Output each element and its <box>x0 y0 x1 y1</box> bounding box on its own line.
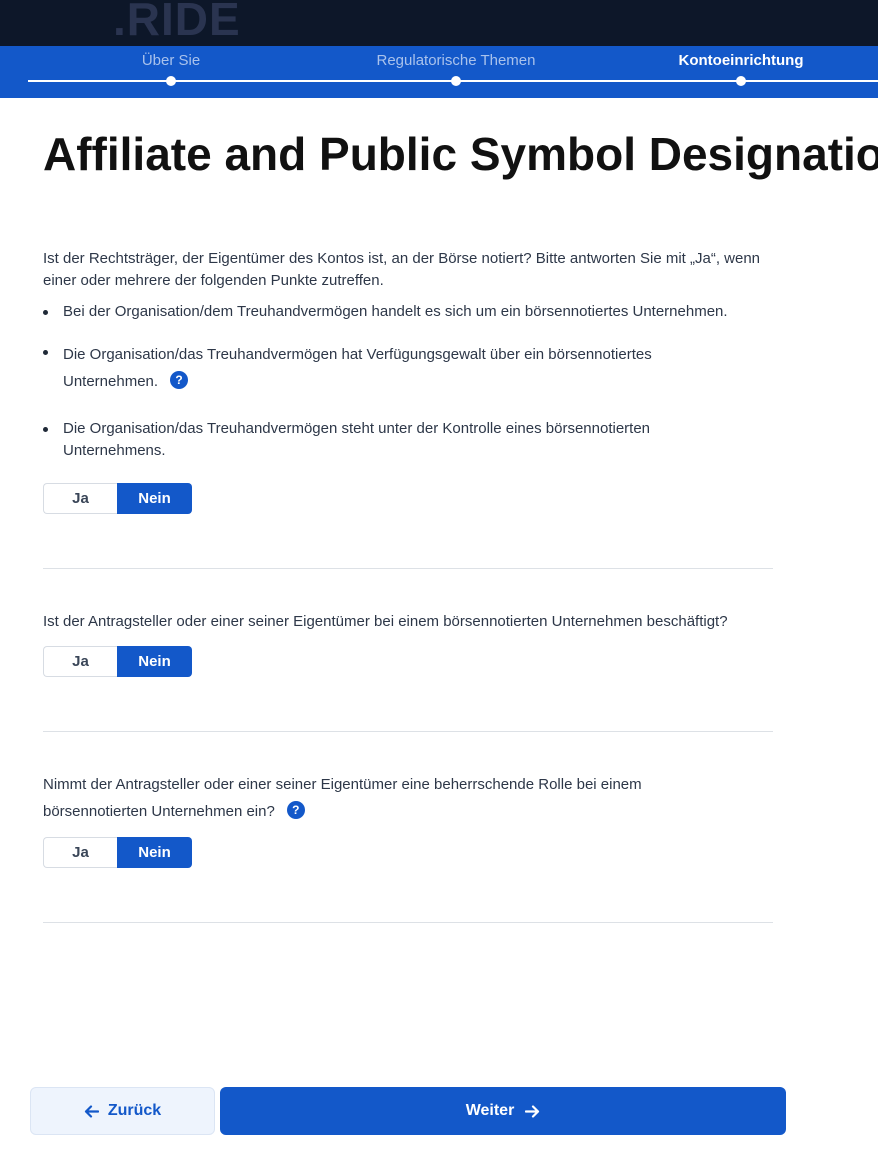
step-label: Regulatorische Themen <box>376 52 536 69</box>
bullet-item: Die Organisation/das Treuhandvermögen st… <box>43 418 783 462</box>
nein-option-selected[interactable]: Nein <box>117 483 192 514</box>
question-1-toggle: Ja Nein <box>43 483 192 514</box>
step-label: Kontoeinrichtung <box>678 52 804 69</box>
brand-logo: .RIDE <box>113 0 241 45</box>
question-3-text: Nimmt der Antragsteller oder einer seine… <box>43 776 642 820</box>
nein-option-selected[interactable]: Nein <box>117 646 192 677</box>
ja-option[interactable]: Ja <box>43 646 117 677</box>
help-icon[interactable]: ? <box>170 371 189 389</box>
help-icon[interactable]: ? <box>286 801 305 819</box>
nein-option-selected[interactable]: Nein <box>117 837 192 868</box>
ja-option[interactable]: Ja <box>43 837 117 868</box>
back-button[interactable]: Zurück <box>30 1087 215 1135</box>
question-1-text: Ist der Rechtsträger, der Eigentümer des… <box>43 250 761 289</box>
back-button-label: Zurück <box>107 1102 162 1119</box>
question-2-text: Ist der Antragsteller oder einer seiner … <box>43 613 728 630</box>
page-title: Affiliate and Public Symbol Designation <box>43 128 878 180</box>
arrow-left-icon <box>84 1104 99 1118</box>
step-regulatorische-themen[interactable]: Regulatorische Themen <box>356 46 556 86</box>
top-bar: .RIDE <box>0 0 878 46</box>
section-divider <box>43 731 773 732</box>
bullet-item: Die Organisation/das Treuhandvermögen ha… <box>43 341 783 395</box>
question-2-toggle: Ja Nein <box>43 646 192 677</box>
step-dot <box>451 76 461 86</box>
bullet-item: Bei der Organisation/dem Treuhandvermöge… <box>43 301 783 323</box>
question-1-bullets: Bei der Organisation/dem Treuhandvermöge… <box>43 301 783 482</box>
next-button[interactable]: Weiter <box>220 1087 786 1135</box>
section-divider <box>43 568 773 569</box>
bullet-text: Die Organisation/das Treuhandvermögen ha… <box>63 346 652 390</box>
step-dot <box>736 76 746 86</box>
next-button-label: Weiter <box>465 1102 515 1119</box>
step-kontoeinrichtung[interactable]: Kontoeinrichtung <box>641 46 841 86</box>
step-ueber-sie[interactable]: Über Sie <box>71 46 271 86</box>
ja-option[interactable]: Ja <box>43 483 117 514</box>
progress-stepper: Über Sie Regulatorische Themen Kontoeinr… <box>0 46 878 98</box>
arrow-right-icon <box>525 1104 540 1118</box>
step-dot <box>166 76 176 86</box>
bullet-text: Bei der Organisation/dem Treuhandvermöge… <box>63 303 728 320</box>
section-divider <box>43 922 773 923</box>
question-3-wrapper: Nimmt der Antragsteller oder einer seine… <box>43 771 743 825</box>
question-3-toggle: Ja Nein <box>43 837 192 868</box>
bullet-text: Die Organisation/das Treuhandvermögen st… <box>63 420 651 459</box>
step-label: Über Sie <box>141 52 201 69</box>
